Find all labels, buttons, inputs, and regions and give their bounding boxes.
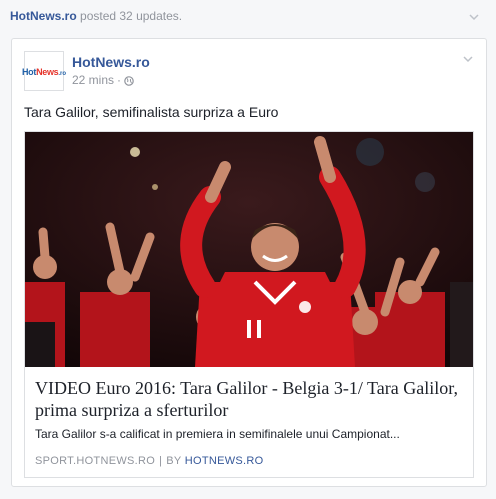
header-action-text: posted 32 updates. <box>76 9 183 23</box>
post-time[interactable]: 22 mins <box>72 73 114 87</box>
link-source: SPORT.HOTNEWS.RO | BY HOTNEWS.RO <box>35 455 264 467</box>
link-info[interactable]: VIDEO Euro 2016: Tara Galilor - Belgia 3… <box>25 367 473 477</box>
link-domain: SPORT.HOTNEWS.RO <box>35 455 156 467</box>
link-preview-image[interactable] <box>25 132 473 367</box>
chevron-down-icon[interactable] <box>462 53 474 65</box>
post-text: Tara Galilor, semifinalista surpriza a E… <box>24 104 279 120</box>
by-author-link[interactable]: HOTNEWS.RO <box>185 455 264 467</box>
post-card: HotNews.ro HotNews.ro 22 mins · Tara Gal… <box>11 38 487 487</box>
post-meta: 22 mins · <box>72 73 134 87</box>
link-preview[interactable]: VIDEO Euro 2016: Tara Galilor - Belgia 3… <box>24 131 474 478</box>
avatar[interactable]: HotNews.ro <box>21 51 67 91</box>
link-description: Tara Galilor s-a calificat in premiera i… <box>35 427 400 441</box>
chevron-down-icon[interactable] <box>468 11 480 23</box>
by-prefix: BY <box>166 455 185 467</box>
globe-icon[interactable] <box>124 75 134 86</box>
header-page-link[interactable]: HotNews.ro <box>10 9 77 23</box>
link-title[interactable]: VIDEO Euro 2016: Tara Galilor - Belgia 3… <box>35 377 465 421</box>
source-separator: | <box>159 455 163 467</box>
hotnews-logo: HotNews.ro <box>21 67 67 77</box>
story-header: HotNews.ro posted 32 updates. <box>10 9 486 27</box>
post-page-name[interactable]: HotNews.ro <box>72 54 150 70</box>
meta-separator: · <box>117 73 122 87</box>
